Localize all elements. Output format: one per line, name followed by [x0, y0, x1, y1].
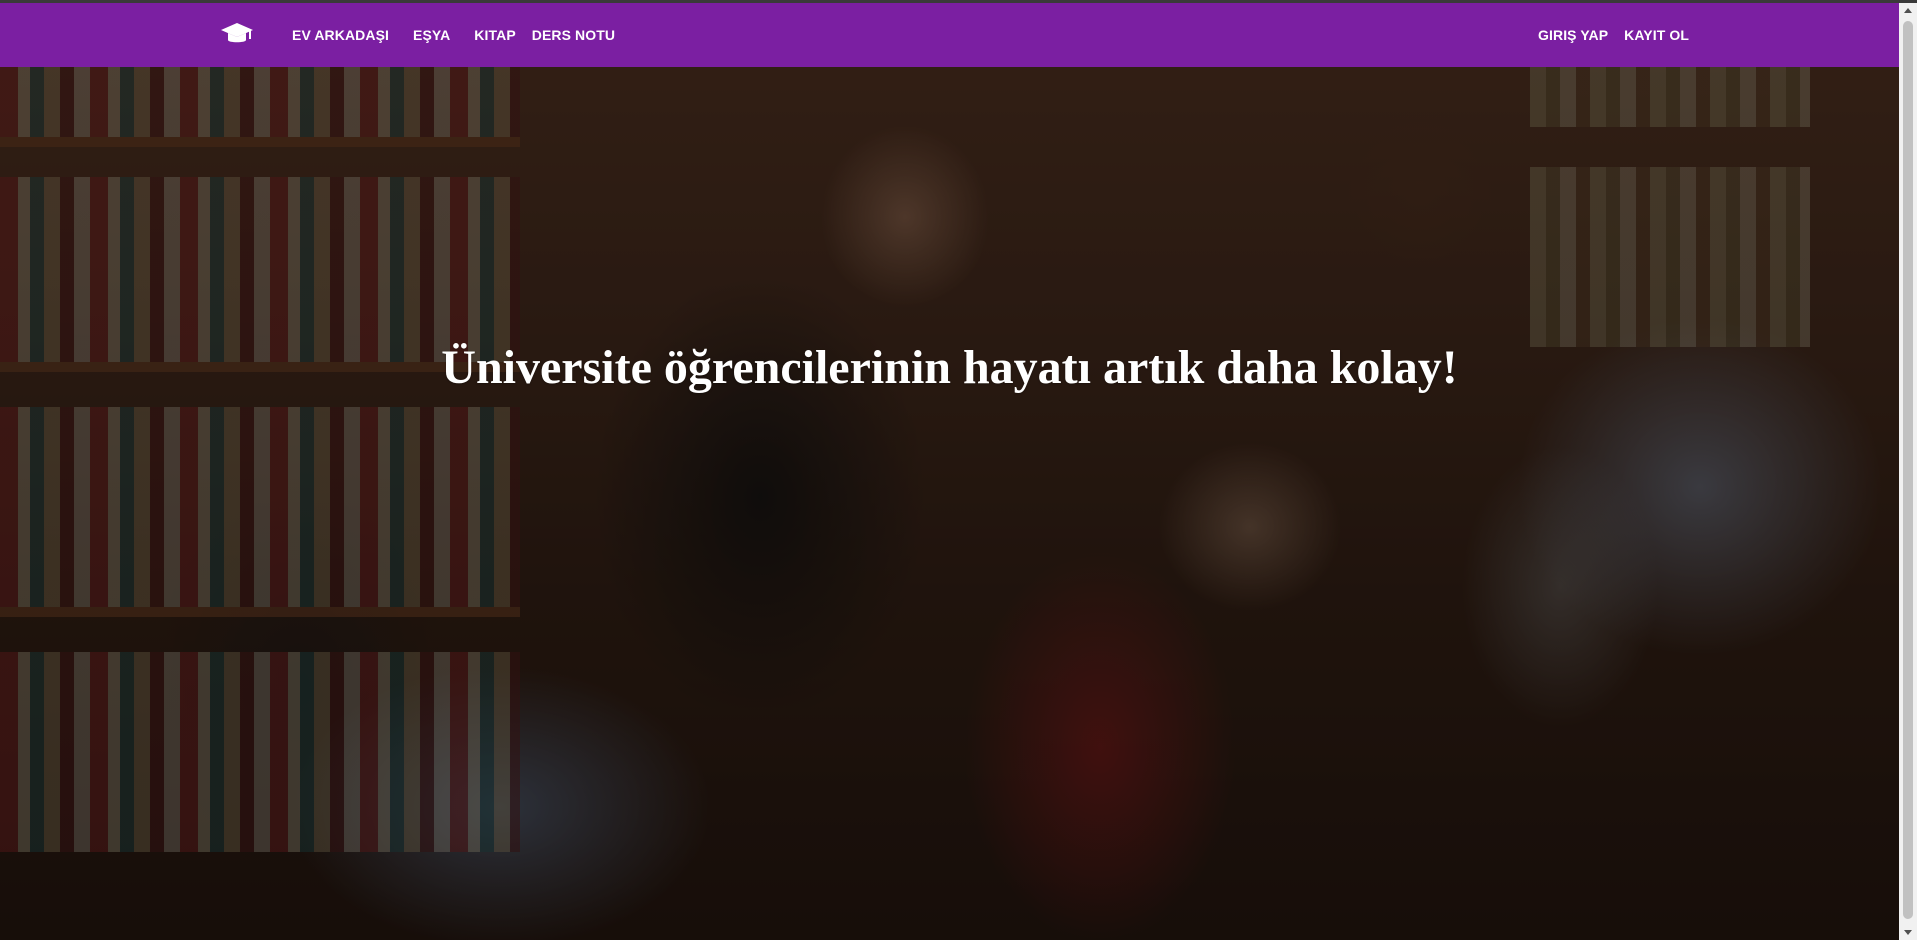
nav-right-links: GIRIŞ YAP KAYIT OL [1538, 3, 1697, 67]
scroll-down-arrow-icon[interactable] [1904, 930, 1912, 935]
hero-section: Üniversite öğrencilerinin hayatı artık d… [0, 67, 1899, 940]
hero-title: Üniversite öğrencilerinin hayatı artık d… [441, 341, 1458, 394]
page-scrollbar[interactable] [1899, 3, 1917, 940]
nav-link-esya[interactable]: EŞYA [397, 3, 466, 67]
scroll-thumb[interactable] [1903, 21, 1913, 919]
nav-link-ders-notu[interactable]: DERS NOTU [524, 3, 623, 67]
nav-link-ev-arkadasi[interactable]: EV ARKADAŞI [292, 3, 397, 67]
scroll-up-arrow-icon[interactable] [1904, 8, 1912, 13]
brand-logo[interactable] [220, 17, 254, 51]
hero-dark-overlay [0, 67, 1899, 940]
graduation-cap-icon [221, 23, 253, 43]
nav-link-kitap[interactable]: KITAP [466, 3, 523, 67]
signup-link[interactable]: KAYIT OL [1616, 3, 1697, 67]
login-link[interactable]: GIRIŞ YAP [1538, 3, 1616, 67]
navbar: EV ARKADAŞI EŞYA KITAP DERS NOTU GIRIŞ Y… [0, 3, 1899, 67]
nav-left-links: EV ARKADAŞI EŞYA KITAP DERS NOTU [292, 3, 623, 67]
